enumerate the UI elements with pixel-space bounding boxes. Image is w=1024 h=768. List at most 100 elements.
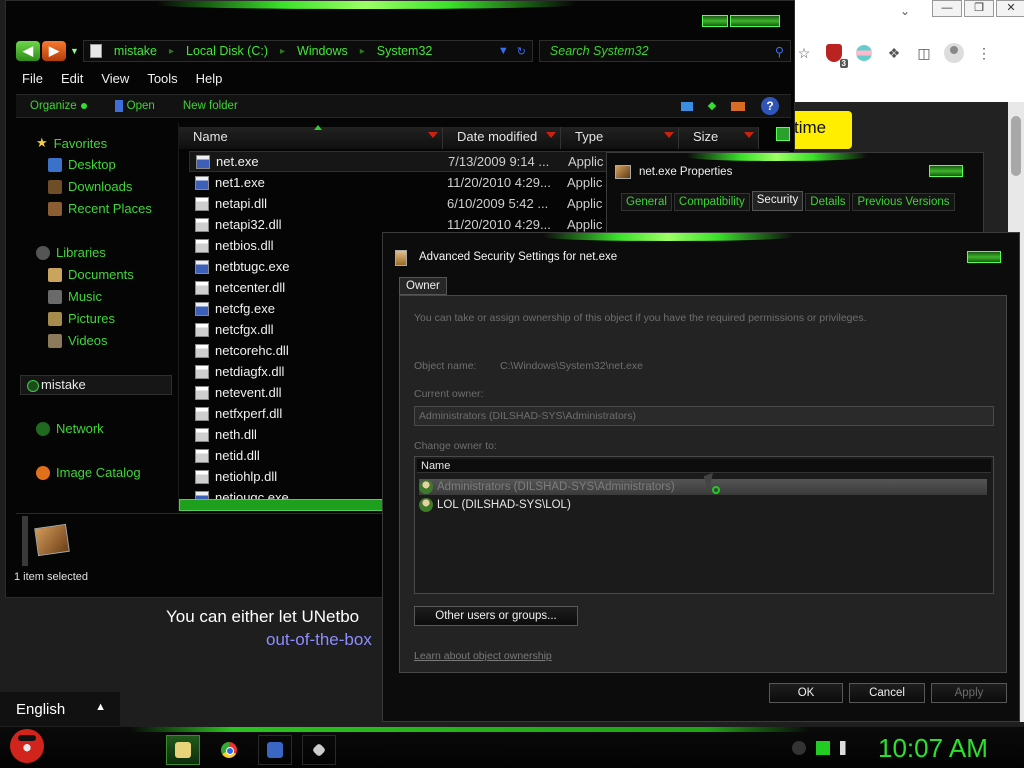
address-dropdown-icon[interactable]: ▼ <box>498 45 509 58</box>
extension-badge: 3 <box>839 59 848 68</box>
taskbar-app-button[interactable] <box>302 735 336 765</box>
column-dropdown-icon[interactable] <box>744 132 754 138</box>
nav-videos[interactable]: Videos <box>48 333 108 348</box>
column-label: Type <box>575 129 604 144</box>
taskbar-explorer-button[interactable] <box>166 735 200 765</box>
menu-file[interactable]: File <box>22 71 43 86</box>
tab-compatibility[interactable]: Compatibility <box>673 193 750 211</box>
puzzle-extensions-icon[interactable]: ❖ <box>884 43 904 63</box>
tab-details[interactable]: Details <box>805 193 851 211</box>
maximize-button[interactable] <box>730 15 780 27</box>
minimize-button[interactable]: — <box>932 0 962 17</box>
open-button[interactable]: Open <box>114 100 155 112</box>
owner-list-item[interactable]: LOL (DILSHAD-SYS\LOL) <box>419 497 571 513</box>
breadcrumb-separator-icon[interactable]: ▸ <box>169 46 174 57</box>
back-button[interactable]: ◀ <box>16 41 40 61</box>
search-icon[interactable]: ⚲ <box>775 44 784 59</box>
column-header-name[interactable]: Name <box>179 125 443 149</box>
page-yellow-button[interactable]: time <box>790 111 852 149</box>
nav-favorites[interactable]: ★ Favorites <box>36 135 107 151</box>
show-hidden-icons-icon[interactable] <box>792 741 806 755</box>
column-header-size[interactable]: Size <box>679 127 759 149</box>
cancel-button[interactable]: Cancel <box>849 683 925 703</box>
start-button-bird-icon[interactable] <box>10 729 44 763</box>
breadcrumb-item[interactable]: mistake <box>114 44 157 58</box>
view-options-icon[interactable] <box>707 101 717 111</box>
breadcrumb-item[interactable]: Local Disk (C:) <box>186 44 268 58</box>
address-bar[interactable]: mistake ▸ Local Disk (C:) ▸ Windows ▸ Sy… <box>82 40 533 62</box>
current-owner-field[interactable]: Administrators (DILSHAD-SYS\Administrato… <box>414 406 994 426</box>
breadcrumb-separator-icon[interactable]: ▸ <box>360 46 365 57</box>
menu-edit[interactable]: Edit <box>61 71 83 86</box>
exe-file-icon <box>195 175 209 190</box>
taskbar-window-button[interactable] <box>258 735 292 765</box>
breadcrumb-item[interactable]: Windows <box>297 44 348 58</box>
learn-ownership-link[interactable]: Learn about object ownership <box>414 650 552 662</box>
breadcrumb-item[interactable]: System32 <box>377 44 433 58</box>
minimize-button[interactable] <box>702 15 728 27</box>
tab-previous-versions[interactable]: Previous Versions <box>852 193 955 211</box>
details-pane <box>16 513 396 569</box>
tab-list-chevron-icon[interactable]: ⌄ <box>900 4 910 18</box>
taskbar-chrome-button[interactable] <box>212 735 246 765</box>
other-users-button[interactable]: Other users or groups... <box>414 606 578 626</box>
owner-list-item[interactable]: Administrators (DILSHAD-SYS\Administrato… <box>419 479 987 495</box>
clock[interactable]: 10:07 AM <box>878 733 988 764</box>
extension-shield-icon[interactable]: 3 <box>824 43 848 68</box>
nav-libraries[interactable]: Libraries <box>36 245 106 260</box>
column-dropdown-icon[interactable] <box>664 132 674 138</box>
nav-homegroup[interactable]: mistake <box>20 375 172 395</box>
tab-security[interactable]: Security <box>751 191 804 211</box>
ok-button[interactable]: OK <box>769 683 843 703</box>
restore-button[interactable]: ❐ <box>964 0 994 17</box>
file-name: netdiagfx.dll <box>215 364 285 379</box>
apply-button[interactable]: Apply <box>931 683 1007 703</box>
column-header-type[interactable]: Type <box>561 127 679 149</box>
tab-owner[interactable]: Owner <box>399 277 447 295</box>
list-header-name[interactable]: Name <box>417 459 991 473</box>
language-selector[interactable]: English ▲ <box>0 692 120 726</box>
close-button[interactable] <box>967 251 1001 263</box>
menu-view[interactable]: View <box>101 71 129 86</box>
breadcrumb-separator-icon[interactable]: ▸ <box>280 46 285 57</box>
window-glow <box>543 233 793 241</box>
side-panel-icon[interactable]: ◫ <box>914 43 934 63</box>
change-view-icon[interactable] <box>681 101 693 111</box>
extension-flag-icon[interactable] <box>854 43 874 63</box>
profile-avatar-icon[interactable] <box>944 43 964 63</box>
menu-tools[interactable]: Tools <box>147 71 177 86</box>
column-header-date[interactable]: Date modified <box>443 127 561 149</box>
nav-network[interactable]: Network <box>36 421 104 436</box>
refresh-icon[interactable]: ↻ <box>517 45 526 58</box>
bookmark-star-icon[interactable]: ☆ <box>794 43 814 63</box>
nav-recent-places[interactable]: Recent Places <box>48 201 152 216</box>
help-icon[interactable]: ? <box>761 97 779 115</box>
action-center-icon[interactable] <box>816 741 830 755</box>
nav-image-catalog[interactable]: Image Catalog <box>36 465 141 480</box>
nav-desktop[interactable]: Desktop <box>48 157 116 172</box>
new-folder-button[interactable]: New folder <box>183 100 238 112</box>
volume-icon[interactable] <box>840 741 854 755</box>
nav-downloads[interactable]: Downloads <box>48 179 132 194</box>
close-button[interactable] <box>929 165 963 177</box>
recent-pages-dropdown-icon[interactable]: ▼ <box>70 46 79 56</box>
dll-file-icon <box>195 322 209 337</box>
tab-general[interactable]: General <box>621 193 672 211</box>
column-dropdown-icon[interactable] <box>428 132 438 138</box>
nav-documents[interactable]: Documents <box>48 267 134 282</box>
close-button[interactable]: ✕ <box>996 0 1024 17</box>
organize-button[interactable]: Organize <box>30 100 87 112</box>
forward-button[interactable]: ▶ <box>42 41 66 61</box>
browser-menu-icon[interactable]: ⋮ <box>974 43 994 63</box>
scrollbar-thumb[interactable] <box>1011 116 1021 176</box>
search-input[interactable]: Search System32 ⚲ <box>538 40 791 62</box>
nav-pictures[interactable]: Pictures <box>48 311 115 326</box>
scroll-up-button[interactable] <box>776 127 790 141</box>
column-dropdown-icon[interactable] <box>546 132 556 138</box>
preview-pane-icon[interactable] <box>731 101 745 111</box>
advanced-security-dialog: Advanced Security Settings for net.exe O… <box>382 232 1020 722</box>
nav-music[interactable]: Music <box>48 289 102 304</box>
page-link-text[interactable]: out-of-the-box <box>266 630 372 650</box>
menu-help[interactable]: Help <box>196 71 223 86</box>
horizontal-scrollbar[interactable] <box>179 499 399 511</box>
